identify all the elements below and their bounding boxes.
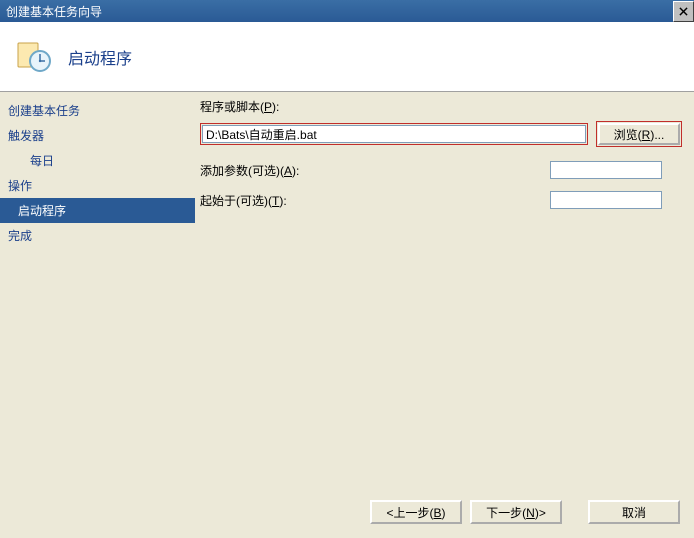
step-start-program[interactable]: 启动程序	[0, 198, 195, 223]
start-in-label: 起始于(可选)(T):	[200, 192, 550, 209]
program-script-label: 程序或脚本(P):	[200, 98, 420, 115]
start-in-row: 起始于(可选)(T):	[200, 191, 682, 209]
program-script-input-highlight	[200, 123, 588, 145]
wizard-header: 启动程序	[0, 22, 694, 92]
page-title: 启动程序	[68, 45, 132, 69]
step-action[interactable]: 操作	[0, 173, 195, 198]
next-button[interactable]: 下一步(N)>	[470, 500, 562, 524]
step-create-basic-task[interactable]: 创建基本任务	[0, 98, 195, 123]
wizard-steps: 创建基本任务 触发器 每日 操作 启动程序 完成	[0, 98, 195, 248]
step-daily[interactable]: 每日	[0, 148, 195, 173]
step-finish[interactable]: 完成	[0, 223, 195, 248]
title-bar: 创建基本任务向导	[0, 0, 694, 22]
wizard-footer: <上一步(B) 下一步(N)> 取消	[370, 500, 680, 524]
cancel-button[interactable]: 取消	[588, 500, 680, 524]
program-script-row: 浏览(R)...	[200, 121, 682, 147]
start-in-input[interactable]	[550, 191, 662, 209]
scheduler-icon	[16, 39, 52, 75]
program-script-input[interactable]	[202, 125, 586, 143]
browse-button-highlight: 浏览(R)...	[596, 121, 682, 147]
step-trigger[interactable]: 触发器	[0, 123, 195, 148]
wizard-body: 创建基本任务 触发器 每日 操作 启动程序 完成 程序或脚本(P): 浏览(R)…	[0, 92, 694, 538]
add-arguments-row: 添加参数(可选)(A):	[200, 161, 682, 179]
browse-button[interactable]: 浏览(R)...	[598, 123, 680, 145]
start-program-form: 程序或脚本(P): 浏览(R)... 添加参数(可选)(A): 起始于(可选)(…	[200, 98, 682, 221]
close-icon	[679, 7, 688, 16]
add-arguments-label: 添加参数(可选)(A):	[200, 162, 550, 179]
program-script-label-row: 程序或脚本(P):	[200, 98, 682, 115]
spacer	[570, 500, 580, 524]
add-arguments-input[interactable]	[550, 161, 662, 179]
window-title: 创建基本任务向导	[6, 3, 102, 20]
back-button[interactable]: <上一步(B)	[370, 500, 462, 524]
close-button[interactable]	[673, 1, 694, 22]
